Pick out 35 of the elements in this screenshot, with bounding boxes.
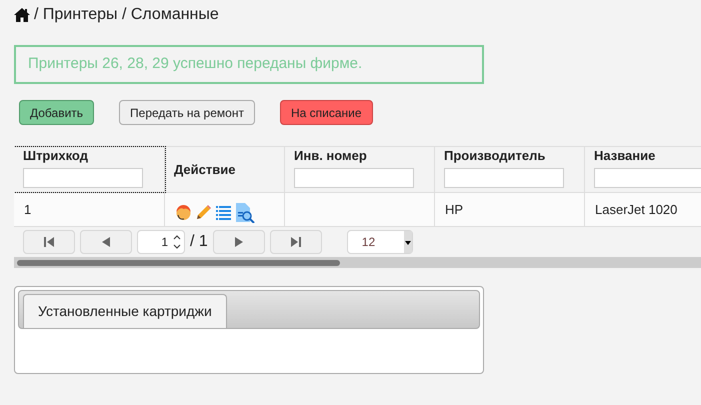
column-header[interactable]: Название [594,148,656,164]
page-size-select[interactable]: 12 [346,230,413,254]
last-page-icon [290,237,301,247]
dropdown-icon [404,231,412,253]
table-cell-text: HP [445,200,464,219]
column-header[interactable]: Инв. номер [294,148,367,164]
previous-page-icon [102,237,110,247]
first-page-icon [44,237,54,247]
previous-page-button[interactable] [80,230,132,254]
home-icon[interactable] [14,8,30,22]
table-cell-text: LaserJet 1020 [595,200,678,219]
table-cell-text: 1 [24,200,32,219]
tab[interactable]: Установленные картриджи [23,294,227,328]
document-search-icon[interactable] [235,202,255,222]
last-page-button[interactable] [270,230,322,254]
pencil-icon[interactable] [195,204,212,221]
list-icon[interactable] [215,204,232,221]
page-total: / 1 [190,232,208,252]
column-header[interactable]: Действие [174,162,236,178]
success-alert: Принтеры 26, 28, 29 успешно переданы фирме. [14,45,484,84]
filter-field[interactable] [594,168,701,188]
first-page-button[interactable] [23,230,75,254]
column-header[interactable]: Штрихкод [23,148,88,164]
horizontal-scrollbar[interactable] [14,257,701,268]
breadcrumb-text: / Принтеры / Сломанные [34,4,219,24]
next-page-button[interactable] [212,230,265,254]
filter-field[interactable] [294,168,414,188]
action-button[interactable]: Передать на ремонт [119,100,255,125]
action-button[interactable]: На списание [280,100,373,125]
next-page-icon [234,237,243,247]
action-button[interactable]: Добавить [19,100,94,125]
column-header[interactable]: Производитель [444,148,546,164]
filter-field[interactable] [444,168,564,188]
filter-field[interactable] [23,168,143,188]
page-number-field[interactable]: 1 [137,230,185,254]
